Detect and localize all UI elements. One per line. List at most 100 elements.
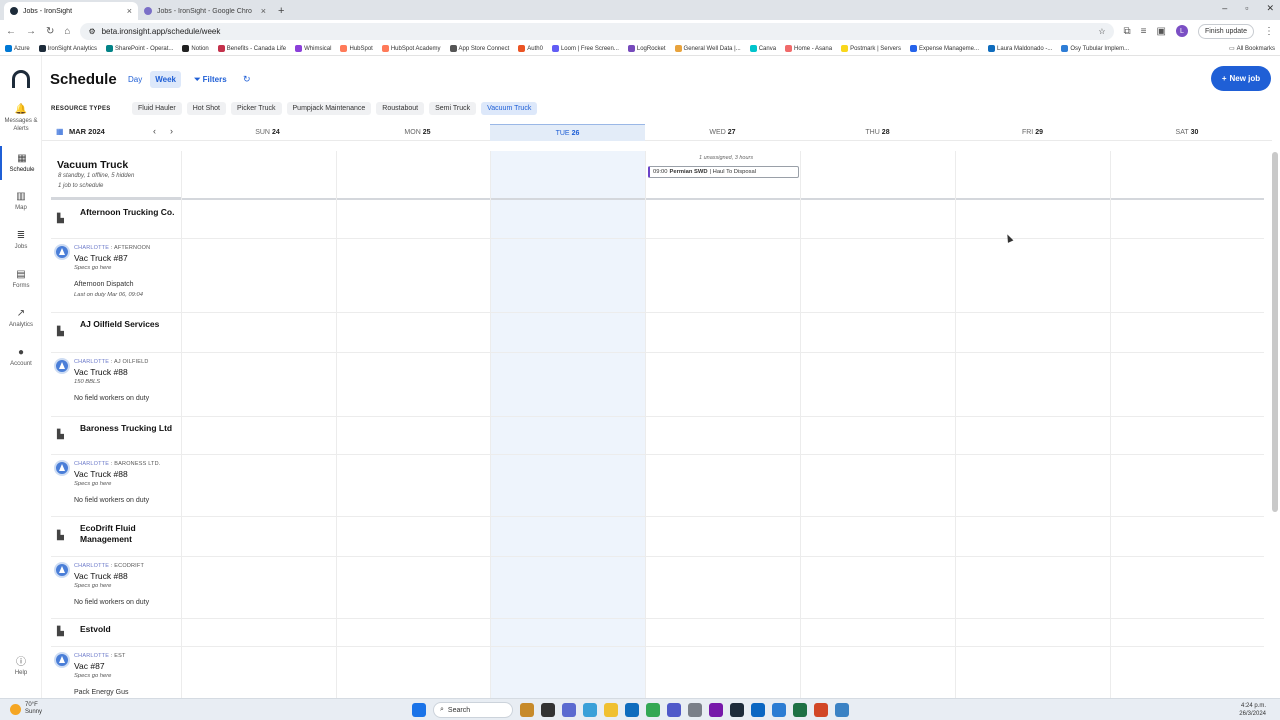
nav-jobs[interactable]: ≣ Jobs [0,230,42,251]
star-icon[interactable]: ☆ [1098,27,1105,36]
new-job-button[interactable]: + New job [1211,66,1271,91]
bookmark-item[interactable]: IronSight Analytics [38,45,97,52]
bookmark-item[interactable]: Canva [749,45,776,52]
finish-update-button[interactable]: Finish update [1197,23,1254,39]
terminal-icon[interactable] [730,703,744,717]
chat-icon[interactable] [562,703,576,717]
resource-type-chip[interactable]: Hot Shot [186,102,226,115]
widgets-icon[interactable] [520,703,534,717]
browser-tab[interactable]: Jobs - IronSight × [4,2,138,20]
resource-row[interactable]: CHARLOTTE : AJ OILFIELD Vac Truck #88 150 … [51,352,181,416]
app-icon[interactable] [583,703,597,717]
bookmark-item[interactable]: General Well Data |... [674,45,741,52]
bookmark-item[interactable]: Expense Manageme... [909,45,979,52]
week-view-button[interactable]: Week [150,71,181,88]
nav-analytics[interactable]: ↗ Analytics [0,308,42,329]
scrollbar-thumb[interactable] [1272,152,1278,512]
chrome-icon[interactable] [646,703,660,717]
system-clock[interactable]: 4:24 p.m. 26/3/2024 [1239,702,1266,718]
nav-messages-alerts[interactable]: 🔔 Messages & Alerts [0,104,42,133]
resource-type-chip[interactable]: Picker Truck [231,102,282,115]
day-header[interactable]: SUN 24 [190,124,345,141]
extensions-icon[interactable]: ⧉ [1124,26,1131,37]
resource-type-chip[interactable]: Pumpjack Maintenance [286,102,372,115]
weather-widget[interactable]: 70°F Sunny [10,702,42,716]
new-tab-icon[interactable]: + [272,5,290,20]
bookmark-item[interactable]: SharePoint - Operat... [106,45,173,52]
bookmark-item[interactable]: Notion [182,45,209,52]
nav-map[interactable]: ▥ Map [0,191,42,212]
taskbar-search[interactable]: ⌕ Search [433,702,513,718]
minimize-icon[interactable]: – [1222,3,1227,14]
bookmark-item[interactable]: Postmark | Servers [841,45,901,52]
bookmark-item[interactable]: Benefits - Canada Life [217,45,286,52]
day-header[interactable]: MON 25 [345,124,490,141]
resource-row[interactable]: CHARLOTTE : ECODRIFT Vac Truck #88 Specs g… [51,556,181,618]
word-icon[interactable] [772,703,786,717]
day-header[interactable]: FRI 29 [955,124,1110,141]
media-icon[interactable]: ≡ [1141,26,1147,37]
resource-type-chip[interactable]: Vacuum Truck [481,102,538,115]
resource-type-chip[interactable]: Semi Truck [429,102,477,115]
refresh-icon[interactable]: ↻ [243,74,251,85]
bookmark-item[interactable]: Whimsical [295,45,331,52]
bookmark-item[interactable]: Osy Tubular Implem... [1061,45,1129,52]
address-bar[interactable]: ⚙ beta.ironsight.app/schedule/week ☆ [80,22,1114,40]
nav-help[interactable]: ⓘ Help [0,653,42,676]
resource-type-chip[interactable]: Fluid Hauler [132,102,182,115]
bookmark-item[interactable]: Home - Asana [785,45,832,52]
calendar-icon[interactable]: ▦ [56,127,64,136]
bookmark-item[interactable]: Auth0 [518,45,543,52]
bookmark-item[interactable]: HubSpot [340,45,373,52]
day-header[interactable]: THU 28 [800,124,955,141]
back-icon[interactable]: ← [6,26,16,37]
prev-week-icon[interactable]: ‹ [153,126,156,136]
day-header[interactable]: TUE 26 [490,124,645,141]
filters-button[interactable]: ⏷ Filters [194,75,227,85]
teams-icon[interactable] [667,703,681,717]
powerpoint-icon[interactable] [814,703,828,717]
home-icon[interactable]: ⌂ [64,26,70,37]
reload-icon[interactable]: ↻ [46,26,54,37]
bookmark-item[interactable]: Loom | Free Screen... [551,45,619,52]
bookmark-item[interactable]: LogRocket [627,45,666,52]
site-info-icon[interactable]: ⚙ [88,27,95,36]
day-view-button[interactable]: Day [123,71,147,88]
resource-row[interactable]: CHARLOTTE : BARONESS LTD. Vac Truck #88 Sp… [51,454,181,516]
bookmark-item[interactable]: App Store Connect [449,45,509,52]
resource-row[interactable]: CHARLOTTE : AFTERNOON Vac Truck #87 Specs … [51,238,181,312]
nav-account[interactable]: ● Account [0,347,42,368]
all-bookmarks[interactable]: ▭ All Bookmarks [1229,45,1275,53]
onenote-icon[interactable] [709,703,723,717]
resource-type-chip[interactable]: Roustabout [376,102,425,115]
profile-avatar[interactable]: L [1175,25,1188,37]
windows-start-icon[interactable] [412,703,426,717]
bookmark-item[interactable]: HubSpot Academy [381,45,441,52]
more-menu-icon[interactable]: ⋮ [1264,26,1274,37]
next-week-icon[interactable]: › [170,126,173,136]
nav-forms[interactable]: ▤ Forms [0,269,42,290]
bookmark-item[interactable]: Laura Maldonado -... [988,45,1052,52]
day-header[interactable]: WED 27 [645,124,800,141]
mail-icon[interactable] [751,703,765,717]
outlook-icon[interactable] [625,703,639,717]
day-header[interactable]: SAT 30 [1110,124,1264,141]
task-view-icon[interactable] [541,703,555,717]
sharepoint-icon[interactable] [835,703,849,717]
browser-tab[interactable]: Jobs - IronSight - Google Chro × [138,2,272,20]
nav-schedule[interactable]: ▦ Schedule [0,146,42,180]
excel-icon[interactable] [793,703,807,717]
job-card[interactable]: 09:00 Permian SWD | Haul To Disposal [648,166,799,178]
close-icon[interactable]: × [261,6,266,16]
settings-icon[interactable] [688,703,702,717]
file-explorer-icon[interactable] [604,703,618,717]
sidepanel-icon[interactable]: ▣ [1157,26,1166,37]
ironsight-logo-icon[interactable] [12,70,30,88]
resource-row[interactable]: CHARLOTTE : EST Vac #87 Specs go here Pack … [51,646,181,698]
maximize-icon[interactable]: ▫ [1245,3,1248,14]
bookmark-item[interactable]: Azure [5,45,30,52]
forward-icon[interactable]: → [26,26,36,37]
close-window-icon[interactable]: ✕ [1266,3,1274,14]
close-icon[interactable]: × [127,6,132,16]
scrollbar[interactable] [1272,152,1278,692]
